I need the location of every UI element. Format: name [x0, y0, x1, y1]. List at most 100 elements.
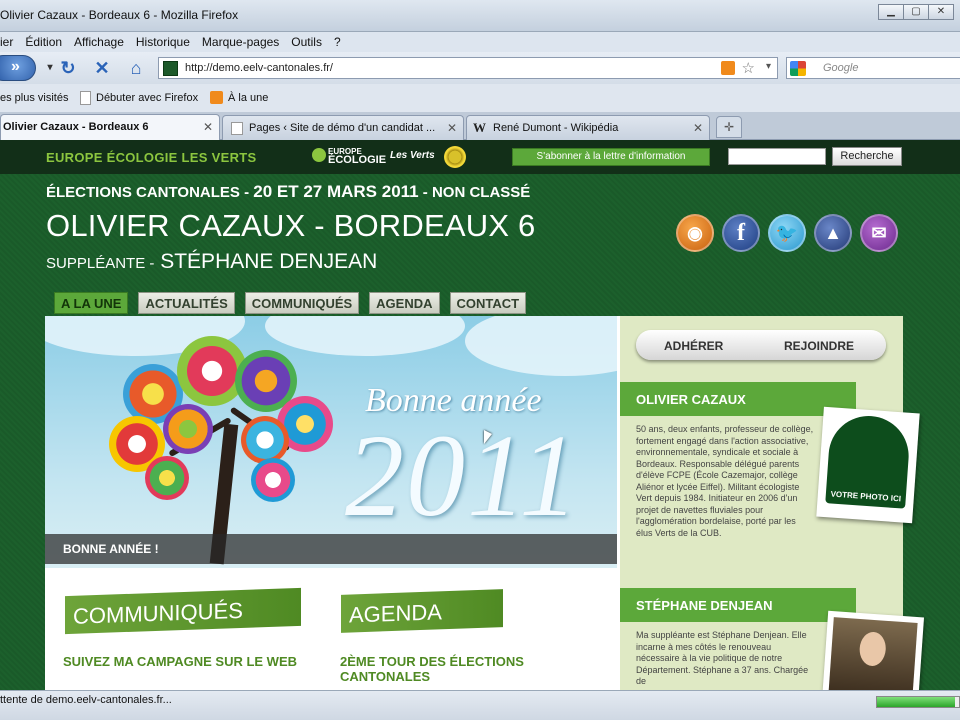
- person2-heading: STÉPHANE DENJEAN: [620, 588, 856, 622]
- les-verts-logo[interactable]: Les Verts: [390, 150, 435, 161]
- search-bar[interactable]: Google: [786, 57, 960, 79]
- mouse-cursor-icon: [484, 430, 492, 444]
- sunflower-icon: [444, 146, 466, 168]
- nav-contact[interactable]: CONTACT: [449, 292, 527, 314]
- tab-rene-dumont[interactable]: W René Dumont - Wikipédia ✕: [466, 115, 710, 140]
- tab-label: Pages ‹ Site de démo d'un candidat ...: [249, 122, 436, 134]
- menu-historique[interactable]: Historique: [136, 35, 190, 49]
- cloud-decoration: [265, 316, 465, 356]
- flower-decoration: [145, 456, 189, 500]
- election-prefix: ÉLECTIONS CANTONALES -: [46, 184, 250, 201]
- tab-bar: Olivier Cazaux - Bordeaux 6 ✕ Pages ‹ Si…: [0, 112, 960, 141]
- site-main-nav: A LA UNE ACTUALITÉS COMMUNIQUÉS AGENDA C…: [54, 292, 536, 314]
- menu-fichier[interactable]: ier: [0, 35, 13, 49]
- menu-bar: ier Édition Affichage Historique Marque-…: [0, 32, 960, 52]
- rss-feed-icon[interactable]: [721, 61, 735, 75]
- site-search-button[interactable]: Recherche: [832, 147, 902, 166]
- communiques-link[interactable]: SUIVEZ MA CAMPAGNE SUR LE WEB: [63, 654, 303, 669]
- tab-label: Olivier Cazaux - Bordeaux 6: [3, 121, 149, 133]
- tab-close-icon[interactable]: ✕: [447, 121, 457, 135]
- page-icon: [80, 91, 91, 105]
- bookmark-getting-started[interactable]: Débuter avec Firefox: [96, 92, 198, 104]
- new-tab-button[interactable]: ✛: [716, 116, 742, 138]
- hero-year: 2011: [345, 410, 581, 541]
- status-text: ttente de demo.eelv-cantonales.fr...: [0, 694, 172, 706]
- home-icon[interactable]: ⌂: [126, 58, 146, 78]
- loading-progress: [876, 696, 960, 708]
- site-top-strip: EUROPE ÉCOLOGIE LES VERTS EUROPE ÉCOLOGI…: [0, 140, 960, 174]
- close-icon[interactable]: ✕: [928, 4, 954, 20]
- menu-marque-pages[interactable]: Marque-pages: [202, 35, 279, 49]
- url-text[interactable]: http://demo.eelv-cantonales.fr/: [185, 62, 333, 74]
- menu-affichage[interactable]: Affichage: [74, 35, 124, 49]
- substitute-name: STÉPHANE DENJEAN: [160, 250, 378, 273]
- cloud-decoration: [465, 316, 617, 376]
- nav-communiques[interactable]: COMMUNIQUÉS: [244, 292, 360, 314]
- wikipedia-icon: W: [473, 120, 486, 135]
- menu-outils[interactable]: Outils: [291, 35, 322, 49]
- photo-placeholder: VOTRE PHOTO ICI: [816, 406, 920, 524]
- loading-progress-fill: [877, 697, 955, 707]
- nav-actualites[interactable]: ACTUALITÉS: [138, 292, 235, 314]
- stop-icon[interactable]: ✕: [92, 58, 112, 78]
- agenda-heading: AGENDA: [341, 589, 503, 633]
- communiques-heading: COMMUNIQUÉS: [65, 587, 301, 635]
- nav-agenda[interactable]: AGENDA: [369, 292, 440, 314]
- person1-bio: 50 ans, deux enfants, professeur de coll…: [636, 424, 814, 538]
- election-heading: ÉLECTIONS CANTONALES - 20 ET 27 MARS 201…: [46, 182, 530, 202]
- site-brand[interactable]: EUROPE ÉCOLOGIE LES VERTS: [46, 150, 256, 165]
- url-bar[interactable]: http://demo.eelv-cantonales.fr/ ☆ ▾: [158, 57, 778, 79]
- back-forward-button[interactable]: [0, 55, 36, 81]
- tab-pages-demo[interactable]: Pages ‹ Site de démo d'un candidat ... ✕: [222, 115, 464, 140]
- hero-banner[interactable]: Bonne année 2011 BONNE ANNÉE !: [45, 316, 617, 568]
- google-engine-icon[interactable]: [790, 61, 806, 76]
- person2-bio: Ma suppléante est Stéphane Denjean. Elle…: [636, 630, 809, 686]
- window-titlebar: Olivier Cazaux - Bordeaux 6 - Mozilla Fi…: [0, 0, 960, 32]
- minimize-icon[interactable]: ▁: [878, 4, 904, 20]
- page-icon: [231, 122, 243, 135]
- bookmark-star-icon[interactable]: ☆: [742, 59, 755, 77]
- site-search-input[interactable]: [728, 148, 826, 165]
- tab-close-icon[interactable]: ✕: [203, 120, 213, 134]
- url-dropdown-icon[interactable]: ▾: [766, 61, 771, 72]
- bookmark-most-visited[interactable]: es plus visités: [0, 92, 68, 104]
- menu-aide[interactable]: ?: [334, 35, 341, 49]
- menu-edition[interactable]: Édition: [25, 35, 62, 49]
- flower-decoration: [163, 404, 213, 454]
- rss-social-icon[interactable]: ◉: [676, 214, 714, 252]
- tab-label: René Dumont - Wikipédia: [493, 122, 619, 134]
- newsletter-subscribe-button[interactable]: S'abonner à la lettre d'information: [512, 148, 710, 166]
- hero-caption-bar: BONNE ANNÉE !: [45, 534, 617, 564]
- substitute-photo: [821, 610, 925, 690]
- dailymotion-icon[interactable]: ▲: [814, 214, 852, 252]
- tab-olivier-cazaux[interactable]: Olivier Cazaux - Bordeaux 6 ✕: [0, 114, 220, 141]
- email-icon[interactable]: ✉: [860, 214, 898, 252]
- rejoindre-button[interactable]: REJOINDRE: [784, 339, 854, 353]
- maximize-icon[interactable]: ▢: [903, 4, 929, 20]
- agenda-link[interactable]: 2ÈME TOUR DES ÉLECTIONS CANTONALES: [340, 654, 580, 684]
- search-placeholder[interactable]: Google: [823, 62, 858, 74]
- bookmarks-toolbar: es plus visités Débuter avec Firefox À l…: [0, 84, 960, 112]
- logo-ee-line2: ÉCOLOGIE: [328, 154, 387, 166]
- election-dates: 20 ET 27 MARS 2011: [253, 182, 419, 201]
- nav-a-la-une[interactable]: A LA UNE: [54, 292, 129, 314]
- candidate-title: OLIVIER CAZAUX - BORDEAUX 6: [46, 208, 536, 243]
- window-title: Olivier Cazaux - Bordeaux 6 - Mozilla Fi…: [0, 8, 239, 22]
- hero-caption[interactable]: BONNE ANNÉE !: [63, 542, 159, 556]
- flower-decoration: [241, 416, 289, 464]
- facebook-icon[interactable]: f: [722, 214, 760, 252]
- europe-ecologie-logo[interactable]: EUROPE ÉCOLOGIE: [312, 145, 386, 169]
- flower-decoration: [251, 458, 295, 502]
- history-dropdown-icon[interactable]: ▾: [40, 58, 60, 78]
- site-favicon-icon: [163, 61, 178, 76]
- election-suffix: - NON CLASSÉ: [422, 184, 531, 201]
- bookmark-a-la-une[interactable]: À la une: [228, 92, 268, 104]
- adherer-button[interactable]: ADHÉRER: [664, 339, 723, 353]
- tab-close-icon[interactable]: ✕: [693, 121, 703, 135]
- reload-icon[interactable]: ↻: [58, 58, 78, 78]
- status-bar: ttente de demo.eelv-cantonales.fr...: [0, 690, 960, 720]
- twitter-icon[interactable]: 🐦: [768, 214, 806, 252]
- web-page: EUROPE ÉCOLOGIE LES VERTS EUROPE ÉCOLOGI…: [0, 140, 960, 690]
- substitute-line: SUPPLÉANTE - STÉPHANE DENJEAN: [46, 250, 377, 274]
- sidebar: ADHÉRER REJOINDRE OLIVIER CAZAUX 50 ans,…: [620, 316, 925, 690]
